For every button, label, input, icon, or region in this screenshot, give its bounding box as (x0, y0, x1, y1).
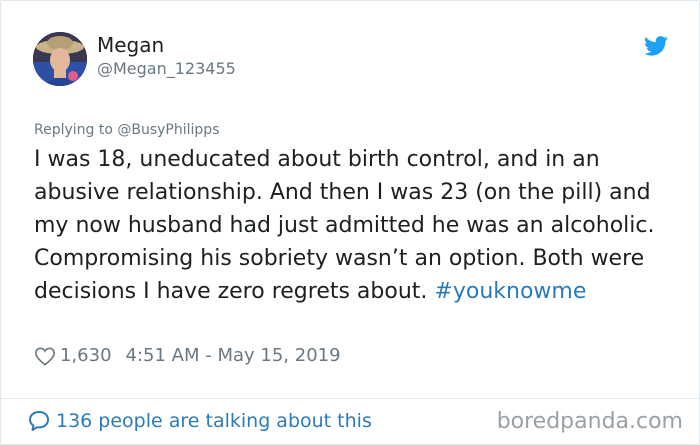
hashtag-link[interactable]: #youknowme (434, 279, 586, 304)
tweet-text: I was 18, uneducated about birth control… (34, 143, 674, 308)
timestamp[interactable]: 4:51 AM - May 15, 2019 (126, 344, 341, 368)
avatar[interactable] (33, 32, 87, 86)
replying-to[interactable]: Replying to @BusyPhilipps (34, 121, 220, 139)
divider (1, 398, 699, 399)
user-handle[interactable]: @Megan_123455 (97, 59, 236, 79)
tweet-meta: 1,630 4:51 AM - May 15, 2019 (34, 344, 341, 368)
watermark: boredpanda.com (496, 409, 683, 434)
like-count[interactable]: 1,630 (60, 344, 112, 368)
conversation-label[interactable]: 136 people are talking about this (56, 407, 372, 435)
speech-bubble-icon (29, 411, 49, 431)
display-name[interactable]: Megan (97, 32, 164, 58)
conversation-link[interactable]: 136 people are talking about this (27, 407, 372, 435)
heart-icon[interactable] (34, 346, 56, 366)
twitter-bird-icon[interactable] (644, 36, 668, 56)
tweet-card: Megan @Megan_123455 Replying to @BusyPhi… (0, 0, 700, 445)
